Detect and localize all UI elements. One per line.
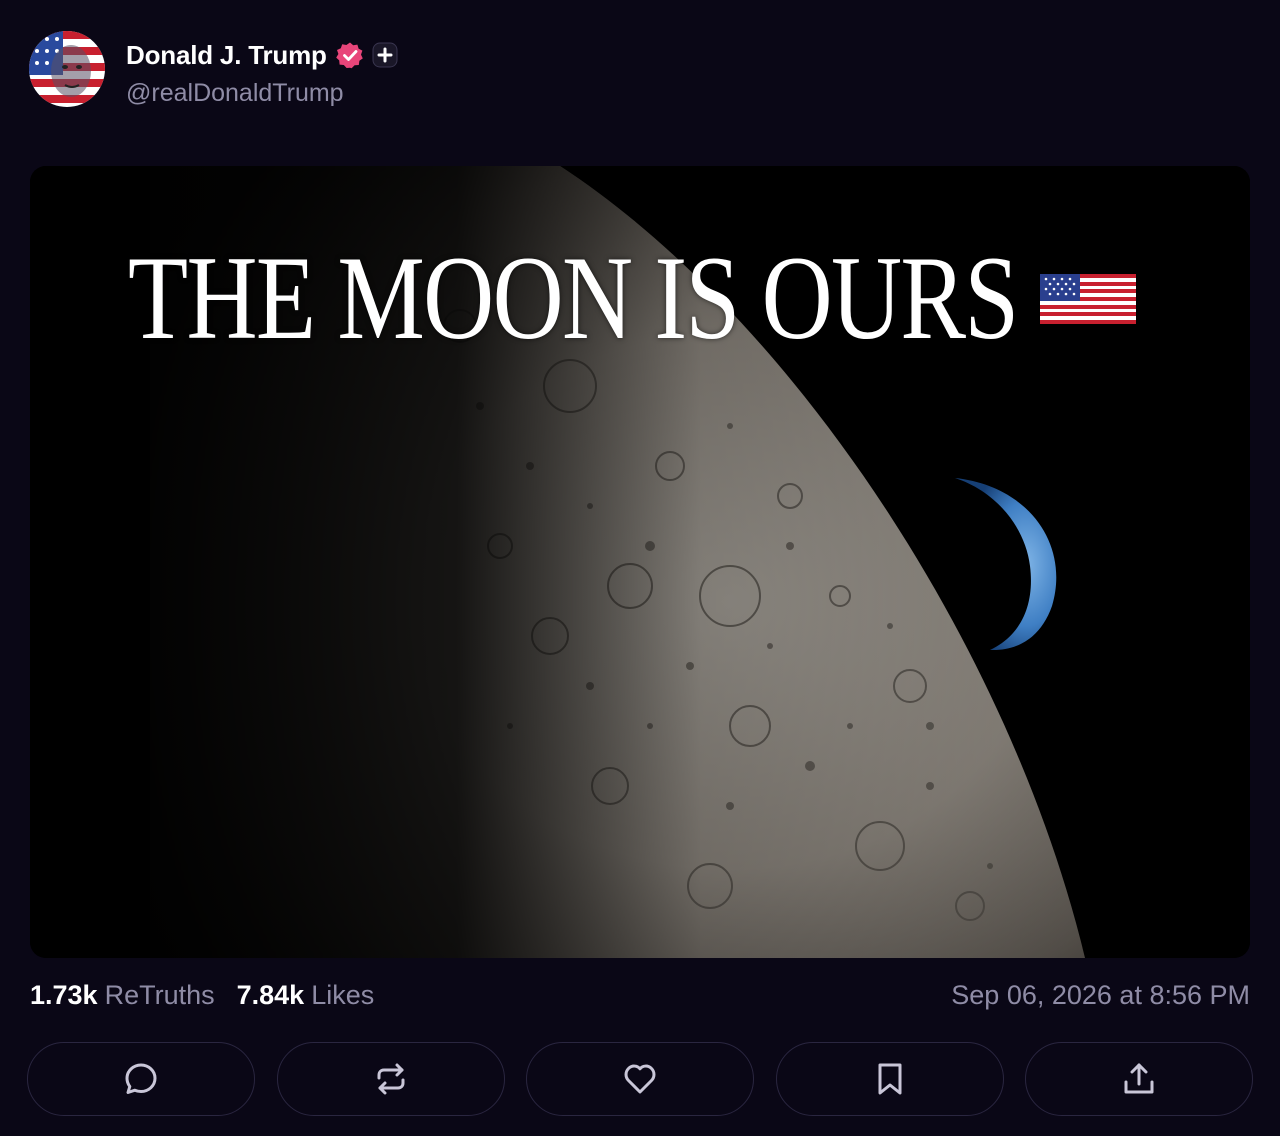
bookmark-button[interactable] — [775, 1042, 1004, 1116]
comment-icon — [125, 1063, 157, 1094]
reply-button[interactable] — [27, 1042, 255, 1116]
post-image[interactable]: THE MOON IS OURS — [30, 166, 1250, 958]
verified-badge-icon — [335, 42, 363, 69]
retruths-label: ReTruths — [104, 979, 215, 1010]
avatar[interactable] — [29, 31, 105, 107]
author-handle[interactable]: @realDonaldTrump — [126, 79, 398, 108]
name-row: Donald J. Trump — [126, 39, 398, 71]
share-button[interactable] — [1025, 1042, 1253, 1116]
retruths-stat[interactable]: 1.73k ReTruths — [30, 980, 215, 1011]
repost-icon — [377, 1063, 404, 1095]
us-flag-icon — [1040, 274, 1136, 324]
like-button[interactable] — [526, 1042, 754, 1116]
retruths-count: 1.73k — [30, 979, 98, 1010]
plus-badge-icon — [372, 42, 398, 68]
likes-count: 7.84k — [236, 979, 305, 1010]
retruth-button[interactable] — [276, 1042, 505, 1116]
likes-stat[interactable]: 7.84k Likes — [237, 980, 375, 1011]
share-icon — [1124, 1063, 1154, 1094]
heart-icon — [624, 1064, 656, 1094]
post-timestamp[interactable]: Sep 06, 2026 at 8:56 PM — [951, 980, 1250, 1011]
bookmark-icon — [878, 1063, 901, 1095]
likes-label: Likes — [311, 979, 375, 1010]
author-identity: Donald J. Trump @realDonaldTrump — [126, 39, 398, 108]
author-display-name[interactable]: Donald J. Trump — [126, 40, 327, 71]
post-header: Donald J. Trump @realDonaldTrump — [29, 31, 398, 108]
action-bar — [27, 1042, 1253, 1118]
post-stats: 1.73k ReTruths 7.84k Likes Sep 06, 2026 … — [30, 978, 1250, 1012]
image-headline: THE MOON IS OURS — [128, 231, 1019, 364]
